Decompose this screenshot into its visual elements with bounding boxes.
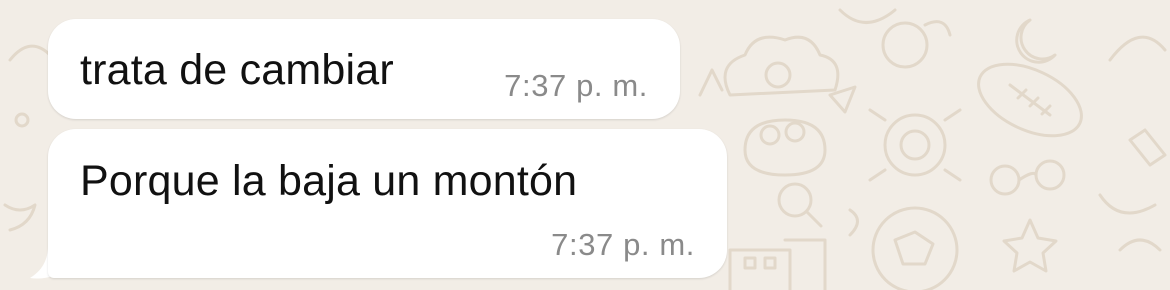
message-text: Porque la baja un montón xyxy=(80,157,578,205)
message-timestamp: 7:37 p. m. xyxy=(551,227,695,262)
message-text: trata de cambiar xyxy=(80,46,394,94)
message-bubble[interactable]: trata de cambiar 7:37 p. m. xyxy=(48,19,680,119)
message-timestamp: 7:37 p. m. xyxy=(504,68,648,103)
message-bubble[interactable]: Porque la baja un montón 7:37 p. m. xyxy=(48,129,727,278)
